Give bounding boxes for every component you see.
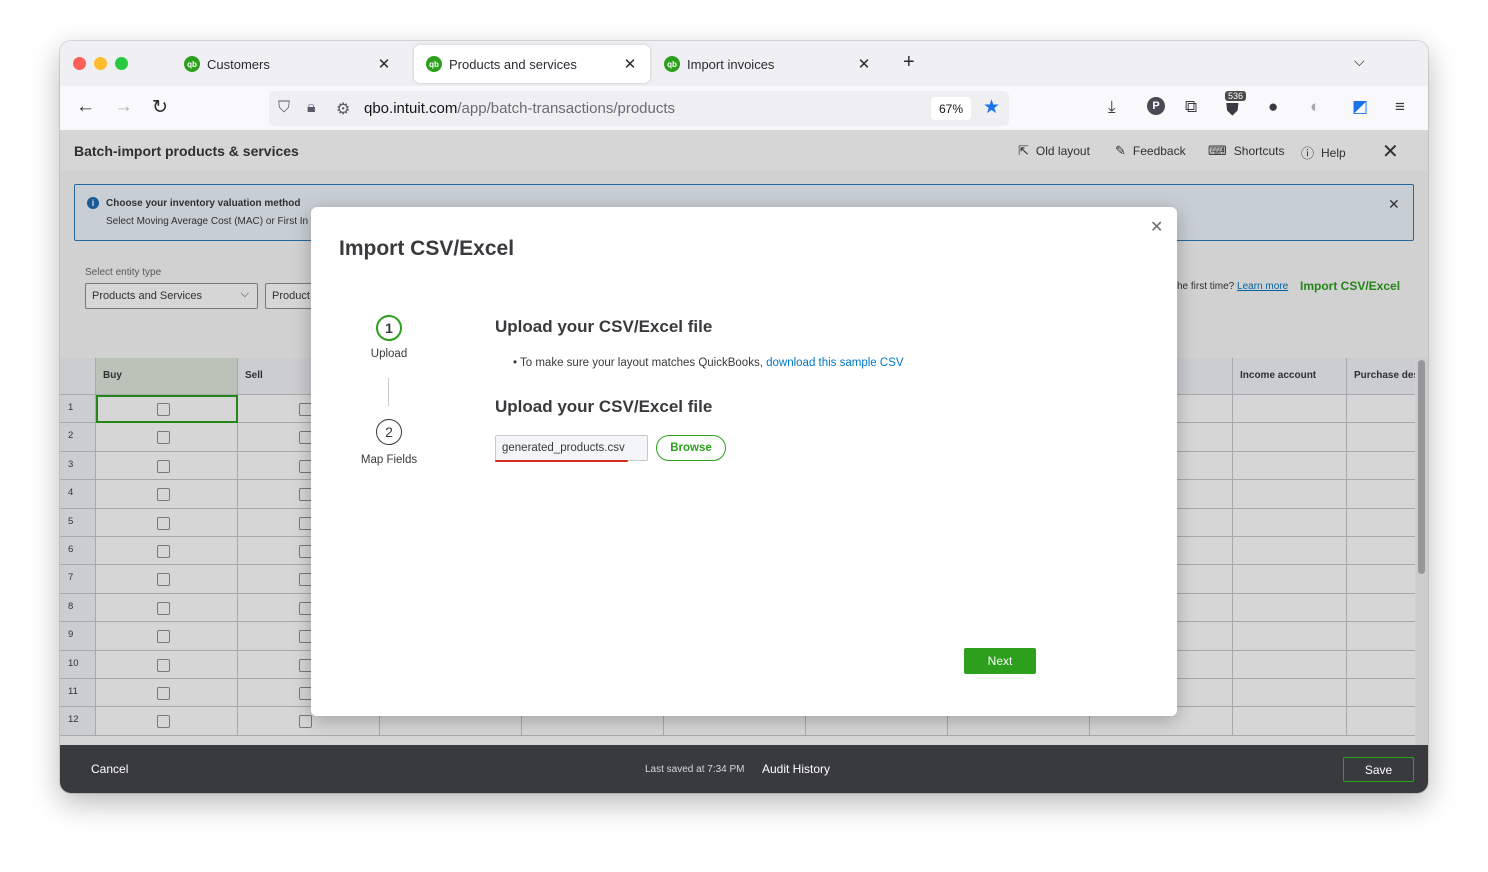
cancel-button[interactable]: Cancel bbox=[91, 762, 128, 776]
new-tab-plus-icon[interactable]: + bbox=[903, 51, 915, 74]
extension-icon[interactable]: ◐ bbox=[1310, 97, 1320, 117]
step-2-indicator: 2 bbox=[376, 419, 402, 445]
url-text[interactable]: qbo.intuit.com/app/batch-transactions/pr… bbox=[364, 100, 675, 117]
window-close-button[interactable] bbox=[73, 57, 86, 70]
quickbooks-favicon-icon: qb bbox=[664, 56, 680, 72]
modal-title: Import CSV/Excel bbox=[339, 237, 515, 260]
app-menu-hamburger-icon[interactable]: ≡ bbox=[1395, 97, 1405, 117]
download-sample-csv-link[interactable]: download this sample CSV bbox=[766, 357, 903, 369]
zoom-level[interactable]: 67% bbox=[931, 97, 971, 120]
step-upload-label: Upload bbox=[370, 348, 408, 360]
profile-avatar[interactable]: P bbox=[1147, 97, 1165, 115]
forward-arrow-icon[interactable]: → bbox=[114, 96, 133, 118]
sample-csv-hint: • To make sure your layout matches Quick… bbox=[513, 357, 904, 369]
container-extension-icon[interactable]: ◩ bbox=[1352, 97, 1368, 117]
url-bar[interactable]: ⛉ 🔒︎ ⚙ qbo.intuit.com/app/batch-transact… bbox=[269, 91, 1009, 126]
extensions-puzzle-icon[interactable]: ⧉ bbox=[1185, 97, 1197, 117]
lock-icon[interactable]: 🔒︎ bbox=[307, 99, 316, 117]
url-domain: qbo.intuit.com bbox=[364, 100, 458, 117]
step-connector bbox=[388, 378, 389, 406]
last-saved-text: Last saved at 7:34 PM bbox=[645, 764, 745, 775]
hint-text: To make sure your layout matches QuickBo… bbox=[520, 357, 763, 369]
footer-bar: Cancel Last saved at 7:34 PM Audit Histo… bbox=[60, 745, 1428, 793]
window-zoom-button[interactable] bbox=[115, 57, 128, 70]
shield-icon[interactable]: ⛉ bbox=[278, 99, 290, 117]
close-icon[interactable]: ✕ bbox=[376, 55, 392, 73]
upload-title: Upload your CSV/Excel file bbox=[495, 397, 713, 416]
import-csv-modal: Import CSV/Excel ✕ 1 Upload 2 Map Fields… bbox=[311, 207, 1177, 716]
tab-list-chevron-down-icon[interactable]: ⌵ bbox=[1354, 53, 1365, 70]
file-name-field[interactable]: generated_products.csv bbox=[495, 435, 648, 461]
bookmark-star-icon[interactable]: ★ bbox=[983, 96, 1000, 119]
permissions-icon[interactable]: ⚙ bbox=[336, 99, 350, 119]
close-icon[interactable]: ✕ bbox=[622, 55, 638, 73]
back-arrow-icon[interactable]: ← bbox=[76, 96, 95, 118]
tab-title: Import invoices bbox=[687, 56, 775, 72]
reload-icon[interactable]: ↻ bbox=[152, 96, 168, 119]
tab-title: Customers bbox=[207, 56, 270, 72]
blocked-count-badge: 536 bbox=[1225, 91, 1247, 101]
next-button[interactable]: Next bbox=[964, 648, 1036, 674]
browser-window: qb Customers ✕ qb Products and services … bbox=[60, 41, 1428, 793]
tab-title: Products and services bbox=[449, 56, 577, 72]
close-icon[interactable]: ✕ bbox=[1150, 217, 1163, 237]
url-path: /app/batch-transactions/products bbox=[457, 100, 676, 117]
step-1-indicator: 1 bbox=[376, 315, 402, 341]
quickbooks-favicon-icon: qb bbox=[426, 56, 442, 72]
tab-products-and-services[interactable]: qb Products and services ✕ bbox=[414, 45, 650, 83]
step-map-fields-label: Map Fields bbox=[360, 454, 418, 466]
navigation-bar: ← → ↻ ⛉ 🔒︎ ⚙ qbo.intuit.com/app/batch-tr… bbox=[60, 86, 1428, 131]
downloads-icon[interactable]: ⤓ bbox=[1108, 97, 1116, 117]
tab-strip: qb Customers ✕ qb Products and services … bbox=[60, 41, 1428, 86]
browse-button[interactable]: Browse bbox=[656, 435, 726, 461]
audit-history-link[interactable]: Audit History bbox=[762, 762, 830, 776]
ublock-shield-icon[interactable]: ⛊ bbox=[1226, 100, 1239, 120]
quickbooks-favicon-icon: qb bbox=[184, 56, 200, 72]
section-title: Upload your CSV/Excel file bbox=[495, 317, 713, 336]
red-underline-annotation bbox=[495, 460, 628, 462]
tab-import-invoices[interactable]: qb Import invoices ✕ bbox=[652, 45, 884, 83]
tab-customers[interactable]: qb Customers ✕ bbox=[172, 45, 404, 83]
close-icon[interactable]: ✕ bbox=[856, 55, 872, 73]
cookie-icon[interactable]: ● bbox=[1268, 97, 1278, 117]
save-button[interactable]: Save bbox=[1343, 757, 1414, 782]
window-minimize-button[interactable] bbox=[94, 57, 107, 70]
